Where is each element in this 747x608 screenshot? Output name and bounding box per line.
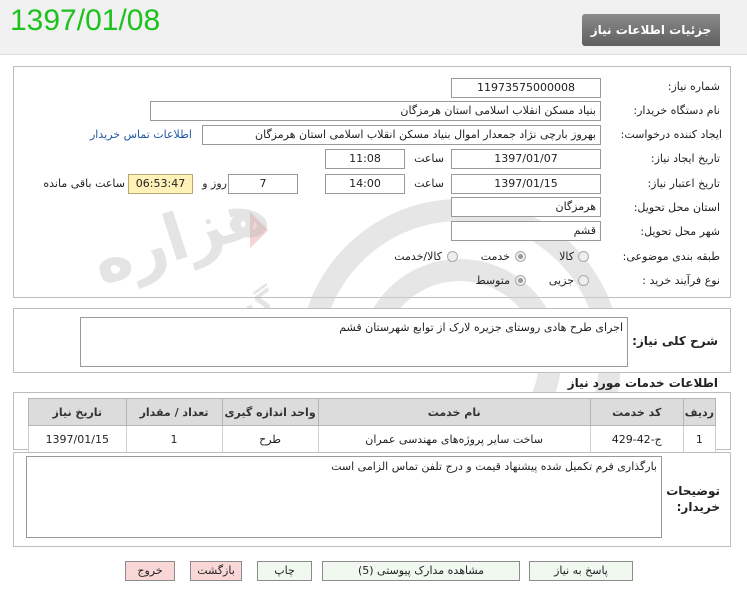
notes-textarea[interactable]: بارگذاری فرم تکمیل شده پیشنهاد قیمت و در… bbox=[26, 456, 662, 538]
process-type-label: نوع فرآیند خرید : bbox=[642, 274, 720, 287]
days-remaining-field: 7 bbox=[228, 174, 298, 194]
services-title: اطلاعات خدمات مورد نیاز bbox=[567, 376, 718, 390]
creator-label: ایجاد کننده درخواست: bbox=[620, 128, 722, 141]
validity-time-field[interactable]: 14:00 bbox=[325, 174, 405, 194]
created-date-field[interactable]: 1397/01/07 bbox=[451, 149, 601, 169]
process-medium-radio[interactable] bbox=[515, 275, 526, 286]
created-time-field[interactable]: 11:08 bbox=[325, 149, 405, 169]
validity-time-label: ساعت bbox=[414, 177, 444, 190]
created-time-label: ساعت bbox=[414, 152, 444, 165]
category-goods-radio[interactable] bbox=[578, 251, 589, 262]
category-label: طبقه بندی موضوعی: bbox=[622, 250, 720, 263]
province-field[interactable]: هرمزگان bbox=[451, 197, 601, 217]
cell-service-name: ساخت سایر پروژه‌های مهندسی عمران bbox=[317, 425, 591, 453]
cell-quantity: 1 bbox=[125, 425, 223, 453]
col-service-name: نام خدمت bbox=[317, 398, 591, 426]
category-goods-label: کالا bbox=[559, 250, 574, 263]
col-need-date: تاریخ نیاز bbox=[28, 398, 127, 426]
summary-textarea[interactable]: اجرای طرح هادی روستای جزیره لارک از تواب… bbox=[80, 317, 628, 367]
page-title: جزئیات اطلاعات نیاز bbox=[582, 14, 720, 46]
process-medium-label: متوسط bbox=[475, 274, 510, 287]
cell-service-code: ج-42-429 bbox=[589, 425, 684, 453]
need-number-field[interactable]: 11973575000008 bbox=[451, 78, 601, 98]
validity-date-field[interactable]: 1397/01/15 bbox=[451, 174, 601, 194]
cell-row: 1 bbox=[682, 425, 717, 453]
cell-need-date: 1397/01/15 bbox=[28, 425, 127, 453]
process-minor-label: جزیی bbox=[548, 274, 574, 287]
time-remaining-field: 06:53:47 bbox=[128, 174, 193, 194]
buyer-field[interactable]: بنیاد مسکن انقلاب اسلامی استان هرمزگان bbox=[150, 101, 601, 121]
col-quantity: تعداد / مقدار bbox=[125, 398, 223, 426]
summary-label: شرح کلی نیاز: bbox=[632, 334, 718, 348]
buyer-contact-link[interactable]: اطلاعات تماس خریدار bbox=[90, 128, 192, 141]
created-date-label: تاریخ ایجاد نیاز: bbox=[650, 152, 720, 165]
city-label: شهر محل تحویل: bbox=[640, 225, 720, 238]
need-number-label: شماره نیاز: bbox=[667, 80, 720, 93]
col-service-code: کد خدمت bbox=[589, 398, 684, 426]
time-remaining-label: ساعت باقی مانده bbox=[43, 177, 125, 190]
category-goods-service-label: کالا/خدمت bbox=[394, 250, 442, 263]
notes-label: توضیحات خریدار: bbox=[666, 484, 720, 514]
services-table: ردیف کد خدمت نام خدمت واحد اندازه گیری ت… bbox=[28, 398, 717, 453]
creator-field[interactable]: بهروز بارچی نژاد جمعدار اموال بنیاد مسکن… bbox=[202, 125, 601, 145]
col-row: ردیف bbox=[682, 398, 717, 426]
col-unit: واحد اندازه گیری bbox=[221, 398, 319, 426]
big-date: 1397/01/08 bbox=[10, 4, 161, 37]
view-attachments-button[interactable]: مشاهده مدارک پیوستی (5) bbox=[322, 561, 520, 581]
table-row: 1 ج-42-429 ساخت سایر پروژه‌های مهندسی عم… bbox=[28, 425, 717, 453]
buyer-label: نام دستگاه خریدار: bbox=[633, 104, 720, 117]
exit-button[interactable]: خروج bbox=[125, 561, 175, 581]
category-goods-service-radio[interactable] bbox=[447, 251, 458, 262]
category-service-radio[interactable] bbox=[515, 251, 526, 262]
back-button[interactable]: بازگشت bbox=[190, 561, 242, 581]
process-minor-radio[interactable] bbox=[578, 275, 589, 286]
category-service-label: خدمت bbox=[480, 250, 510, 263]
validity-date-label: تاریخ اعتبار نیاز: bbox=[647, 177, 720, 190]
cell-unit: طرح bbox=[221, 425, 319, 453]
reply-button[interactable]: پاسخ به نیاز bbox=[529, 561, 633, 581]
province-label: استان محل تحویل: bbox=[633, 201, 720, 214]
days-label: روز و bbox=[202, 177, 227, 190]
city-field[interactable]: قشم bbox=[451, 221, 601, 241]
print-button[interactable]: چاپ bbox=[257, 561, 312, 581]
